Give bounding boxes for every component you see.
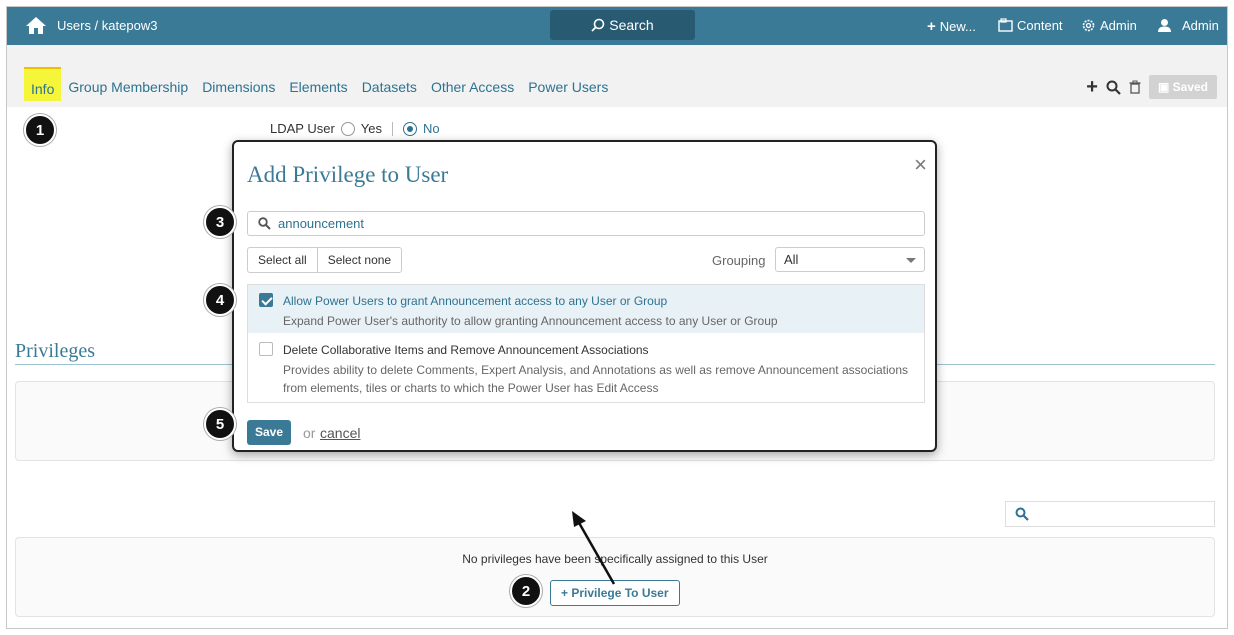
search-icon [591,18,605,32]
user-label: Admin [1182,18,1219,33]
breadcrumb[interactable]: Users / katepow3 [57,18,157,33]
tabs: Info Group Membership Dimensions Element… [24,67,615,101]
top-bar: Users / katepow3 Search + New... Content… [7,7,1227,45]
new-menu[interactable]: + New... [927,18,976,35]
privilege-description: Expand Power User's authority to allow g… [283,314,778,328]
privilege-list: Allow Power Users to grant Announcement … [247,284,925,403]
tab-group-membership[interactable]: Group Membership [61,67,195,101]
step-badge-5: 5 [204,408,236,440]
or-text: or [303,425,316,441]
privilege-description: Provides ability to delete Comments, Exp… [283,363,909,395]
tab-bar: Info Group Membership Dimensions Element… [7,45,1227,107]
home-icon[interactable] [25,15,47,35]
save-disk-icon: ▣ [1157,80,1170,94]
privilege-title: Delete Collaborative Items and Remove An… [283,343,649,357]
save-button[interactable]: Save [247,420,291,445]
privilege-item[interactable]: Delete Collaborative Items and Remove An… [248,334,924,404]
content-label: Content [1017,18,1063,33]
select-all-button[interactable]: Select all [248,248,317,272]
plus-icon: + [927,18,936,35]
tab-datasets[interactable]: Datasets [355,67,424,101]
selection-buttons: Select all Select none [247,247,403,273]
app-window: Users / katepow3 Search + New... Content… [6,6,1228,629]
add-privilege-modal: Add Privilege to User × Select all Selec… [232,140,937,452]
tab-info[interactable]: Info [24,67,62,101]
saved-button[interactable]: ▣ Saved [1148,75,1217,99]
saved-label: Saved [1172,80,1208,94]
privilege-checkbox[interactable] [259,293,273,307]
global-search-button[interactable]: Search [550,10,695,40]
admin-menu[interactable]: Admin [1081,18,1137,33]
user-icon [1158,19,1171,32]
ldap-user-field: LDAP User Yes No [270,121,440,136]
admin-label: Admin [1100,18,1137,33]
privilege-search-input[interactable] [1005,501,1215,527]
ldap-no-radio[interactable] [403,121,418,136]
user-menu[interactable]: Admin [1157,18,1219,33]
ldap-no-label: No [423,121,440,136]
add-icon[interactable]: + [1086,76,1098,99]
ldap-yes-radio[interactable] [340,121,355,136]
privilege-title: Allow Power Users to grant Announcement … [283,294,668,308]
step-badge-4: 4 [204,284,236,316]
step-badge-3: 3 [204,206,236,238]
tab-dimensions[interactable]: Dimensions [195,67,282,101]
search-icon [258,217,271,230]
chevron-down-icon [906,258,916,263]
modal-title: Add Privilege to User [247,162,449,187]
ldap-yes-label: Yes [360,121,383,136]
divider [392,121,394,136]
search-label: Search [609,17,654,33]
privileges-title: Privileges [15,340,95,362]
privilege-filter-field[interactable] [247,211,925,236]
grouping-select[interactable]: All [775,247,925,272]
tab-power-users[interactable]: Power Users [521,67,615,101]
toolbar: + ▣ Saved [1086,75,1217,99]
select-none-button[interactable]: Select none [316,248,401,272]
tab-elements[interactable]: Elements [282,67,354,101]
trash-icon[interactable] [1129,80,1141,94]
arrow-annotation [572,511,616,585]
step-badge-2: 2 [510,575,542,607]
folder-icon [998,18,1013,32]
content-menu[interactable]: Content [998,18,1063,33]
close-icon[interactable]: × [914,152,927,178]
privilege-checkbox[interactable] [259,342,273,356]
privilege-search-input[interactable] [278,216,878,231]
grouping-label: Grouping [712,253,766,268]
gear-icon [1082,19,1095,32]
search-icon[interactable] [1106,80,1121,95]
ldap-label: LDAP User [270,121,335,136]
cancel-link[interactable]: cancel [320,425,360,441]
new-label: New... [939,19,976,34]
search-icon [1015,507,1029,521]
step-badge-1: 1 [24,114,56,146]
grouping-value: All [784,252,799,267]
tab-other-access[interactable]: Other Access [424,67,521,101]
privilege-item[interactable]: Allow Power Users to grant Announcement … [248,285,924,333]
